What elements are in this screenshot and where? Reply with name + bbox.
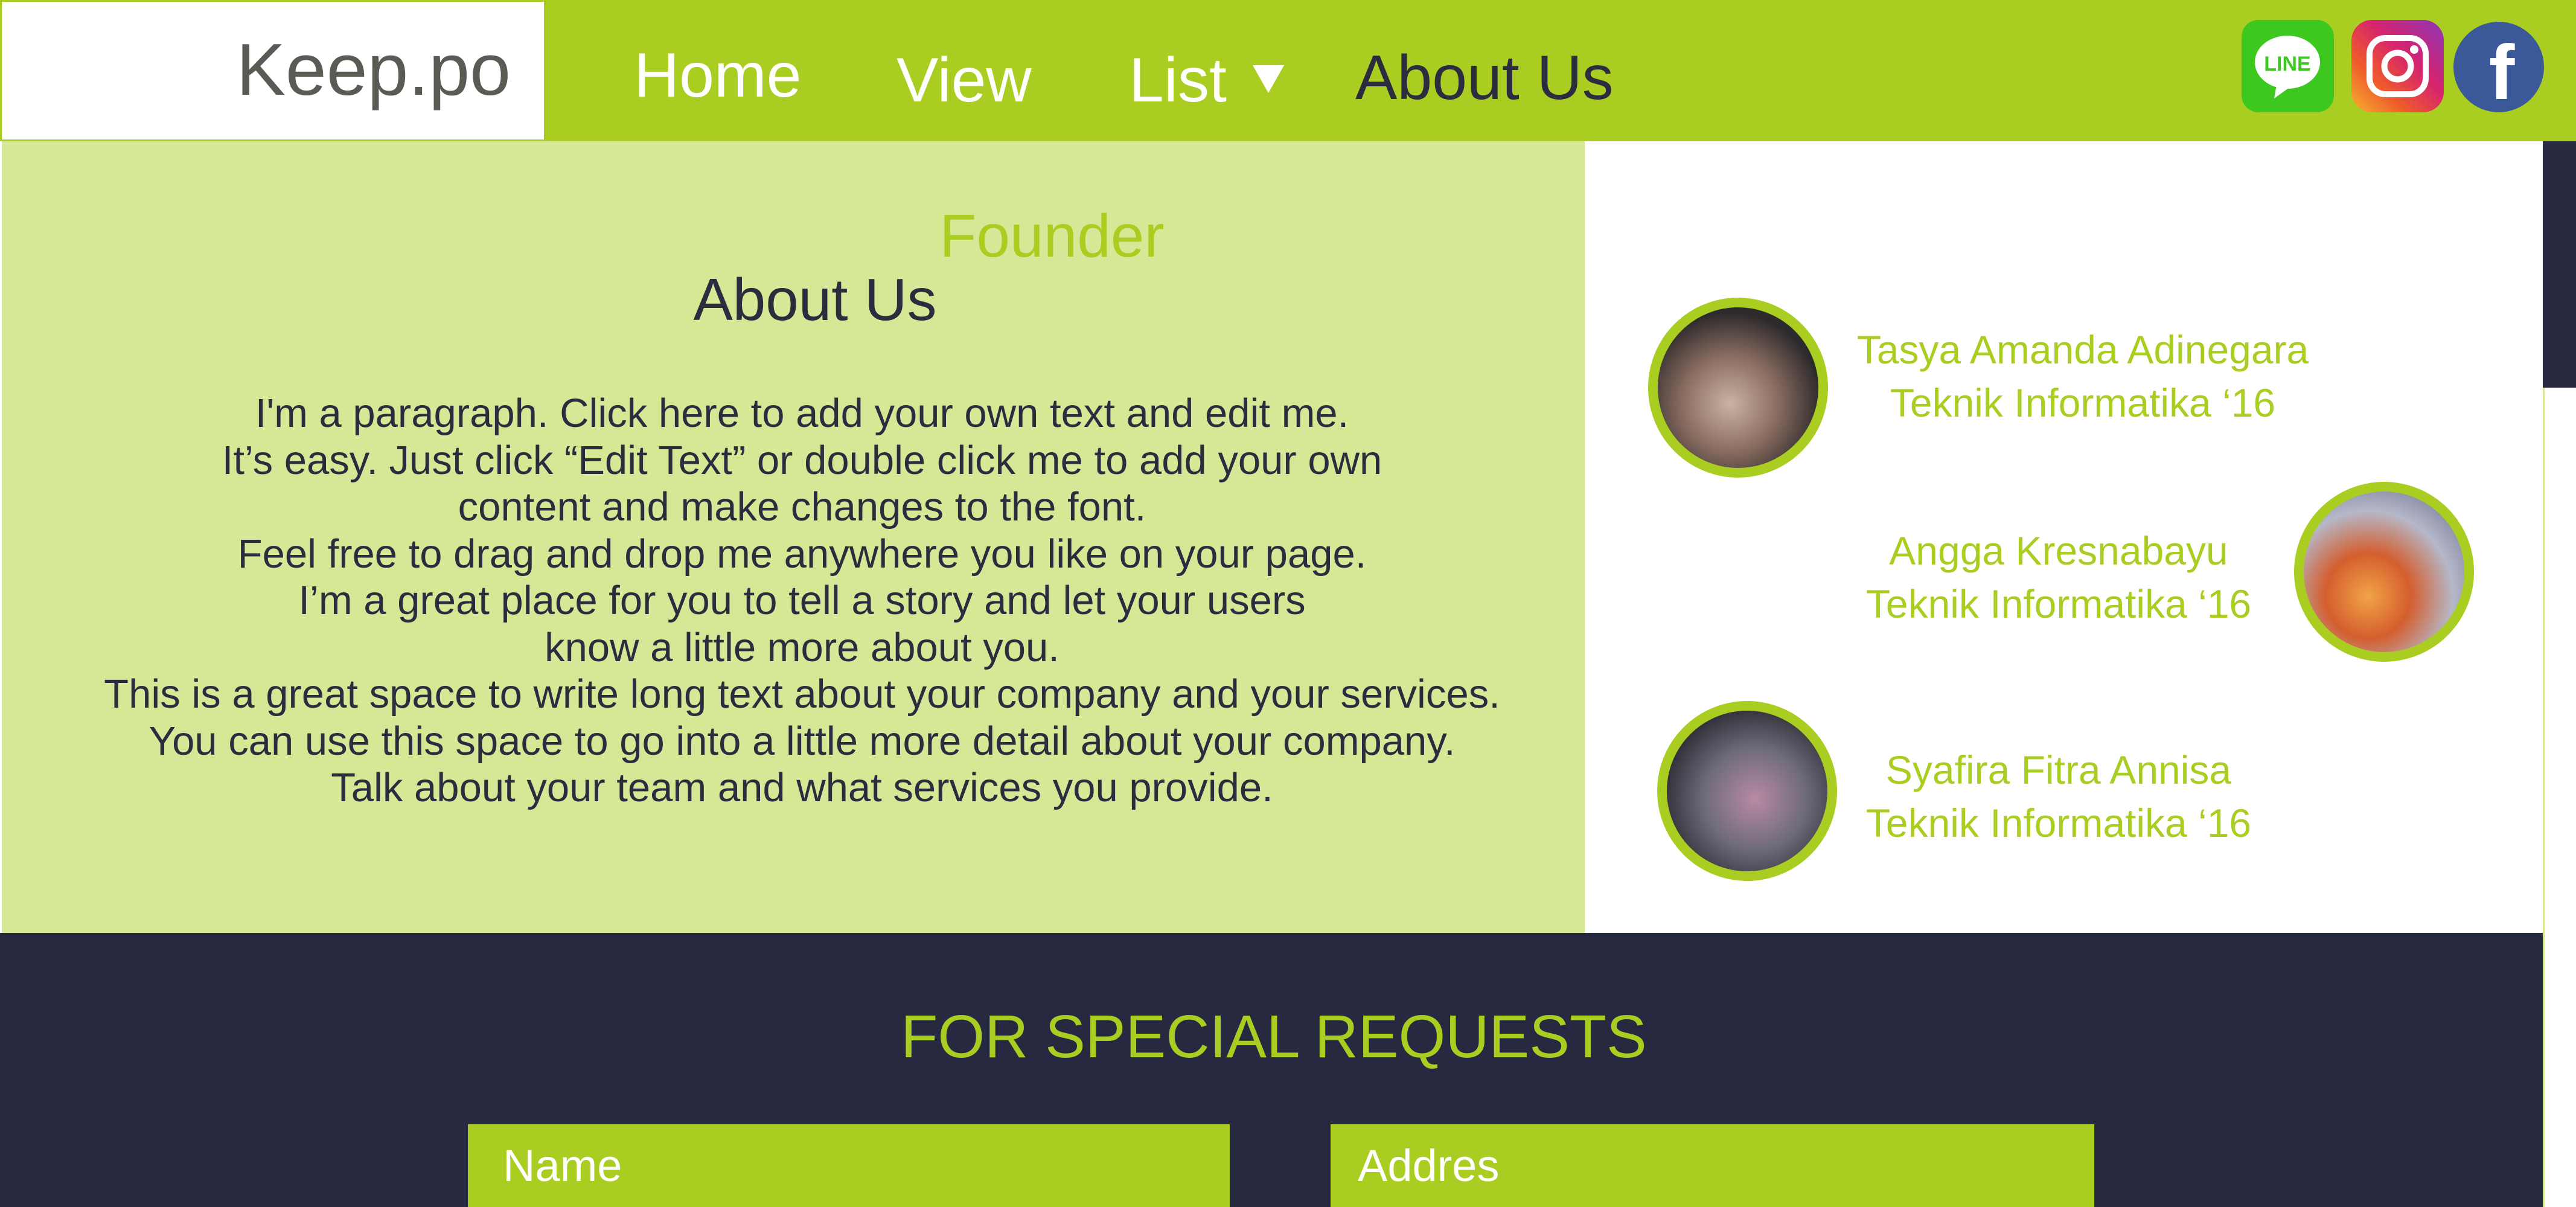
address-input[interactable] — [1331, 1124, 2094, 1207]
about-line: It’s easy. Just click “Edit Text” or dou… — [222, 437, 1382, 483]
nav-list[interactable]: List — [1129, 45, 1227, 117]
about-line: I'm a paragraph. Click here to add your … — [255, 391, 1349, 436]
line-icon-label: LINE — [2264, 53, 2310, 75]
header-bar: Keep.po Home View List About Us LINE f — [0, 0, 2576, 141]
founder-avatar — [1648, 298, 1828, 478]
about-line: content and make changes to the font. — [458, 484, 1146, 530]
founder-name: Syafira Fitra Annisa — [1885, 748, 2232, 792]
about-line: Talk about your team and what services y… — [331, 765, 1273, 810]
nav-view[interactable]: View — [896, 45, 1032, 117]
founder-name: Tasya Amanda Adinegara — [1856, 327, 2309, 372]
instagram-icon[interactable] — [2351, 20, 2444, 112]
nav-home[interactable]: Home — [634, 40, 801, 112]
logo-box: Keep.po — [2, 2, 544, 139]
about-line: This is a great space to write long text… — [104, 671, 1500, 717]
founder-card: Angga Kresnabayu Teknik Informatika ‘16 — [1787, 524, 2330, 630]
founder-role: Teknik Informatika ‘16 — [1890, 380, 2276, 425]
founder-name: Angga Kresnabayu — [1889, 528, 2228, 573]
site-logo[interactable]: Keep.po — [236, 27, 511, 112]
founder-role: Teknik Informatika ‘16 — [1865, 801, 2252, 845]
chevron-down-icon[interactable] — [1253, 65, 1284, 93]
name-input[interactable] — [468, 1124, 1230, 1207]
founder-card: Syafira Fitra Annisa Teknik Informatika … — [1787, 743, 2330, 850]
about-line: You can use this space to go into a litt… — [149, 718, 1456, 764]
about-line: I’m a great place for you to tell a stor… — [298, 578, 1306, 623]
scrollbar-thumb[interactable] — [2543, 141, 2576, 388]
founder-title: Founder — [939, 202, 1165, 270]
line-icon[interactable]: LINE — [2242, 20, 2334, 112]
special-requests-title: FOR SPECIAL REQUESTS — [901, 1003, 1647, 1071]
about-line: know a little more about you. — [545, 624, 1059, 670]
about-line: Feel free to drag and drop me anywhere y… — [237, 531, 1367, 577]
founder-role: Teknik Informatika ‘16 — [1865, 581, 2252, 626]
founder-card: Tasya Amanda Adinegara Teknik Informatik… — [1811, 323, 2354, 429]
facebook-icon[interactable]: f — [2453, 22, 2544, 116]
about-paragraph[interactable]: I'm a paragraph. Click here to add your … — [0, 390, 1604, 812]
about-title: About Us — [693, 266, 937, 333]
nav-about-us[interactable]: About Us — [1355, 42, 1614, 114]
facebook-icon-label: f — [2489, 30, 2515, 112]
